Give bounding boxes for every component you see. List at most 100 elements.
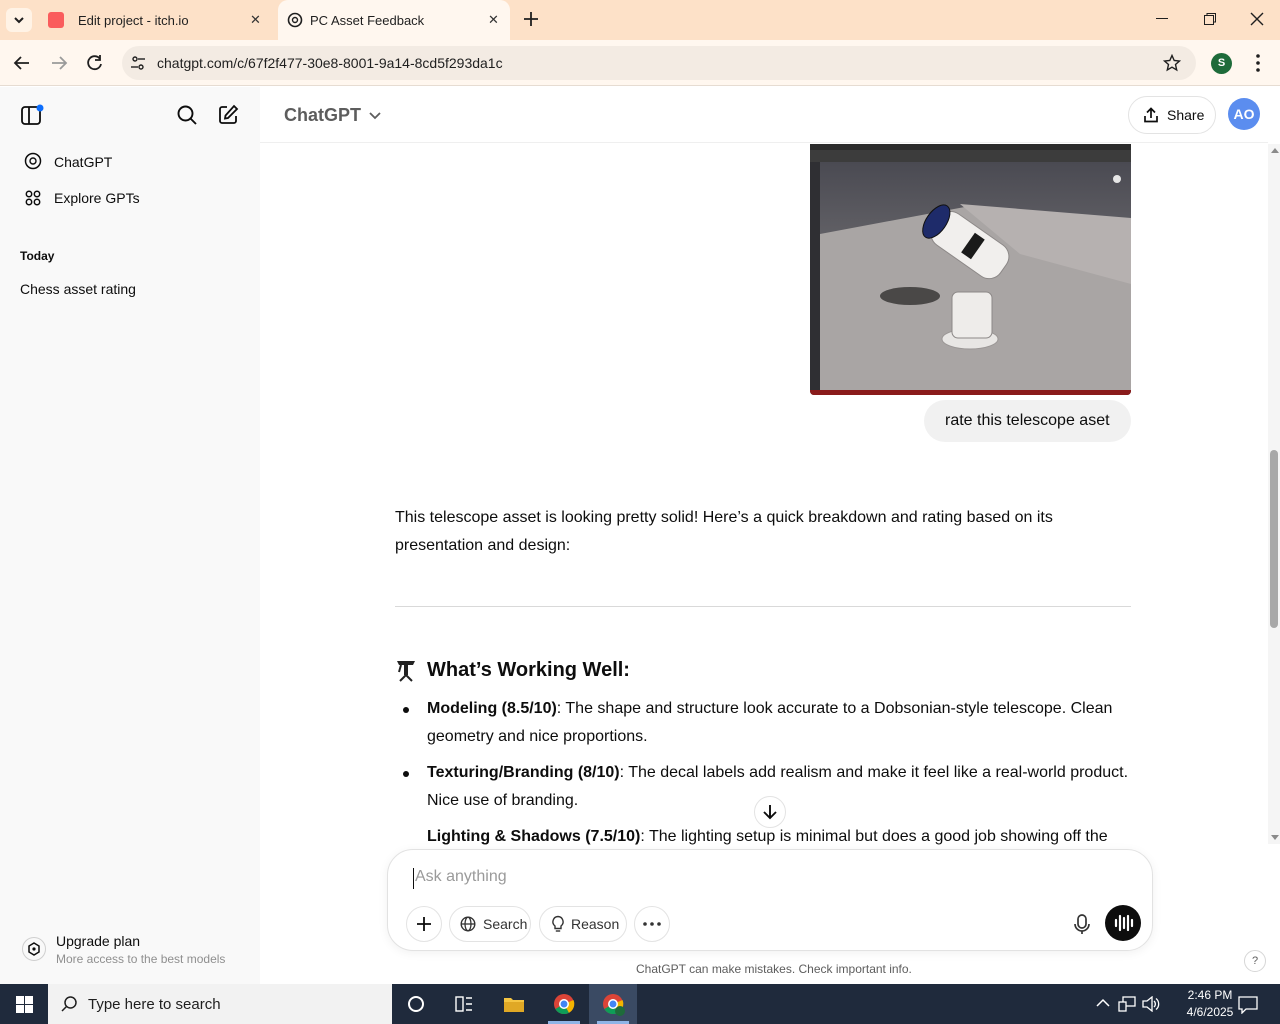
ellipsis-icon — [643, 922, 661, 926]
prompt-input[interactable]: Ask anything — [415, 868, 1015, 890]
sidebar-item-explore-gpts[interactable]: Explore GPTs — [10, 183, 250, 213]
dictate-button[interactable] — [1066, 908, 1098, 940]
history-section-title: Today — [20, 249, 55, 263]
browser-tab-strip: Edit project - itch.io ✕ PC Asset Feedba… — [0, 0, 1280, 40]
chevron-down-icon — [369, 111, 381, 119]
share-label: Share — [1167, 107, 1205, 123]
openai-logo-icon — [24, 152, 42, 170]
tab-list-chevron-down-icon[interactable] — [6, 8, 32, 32]
tab-title: Edit project - itch.io — [78, 13, 189, 28]
microphone-icon — [1074, 914, 1090, 934]
tab-pc-asset-feedback[interactable]: PC Asset Feedback ✕ — [278, 0, 510, 40]
bullet-label: Lighting & Shadows (7.5/10) — [427, 828, 641, 845]
text-cursor — [413, 868, 414, 889]
cortana-circle-icon[interactable] — [408, 996, 424, 1012]
model-selector[interactable]: ChatGPT — [284, 105, 381, 126]
sidebar-item-label: ChatGPT — [54, 154, 113, 170]
address-bar[interactable]: chatgpt.com/c/67f2f477-30e8-8001-9a14-8c… — [122, 46, 1196, 80]
upgrade-sparkle-icon — [22, 937, 46, 961]
itch-io-icon — [48, 12, 64, 28]
new-tab-plus-icon[interactable] — [520, 8, 542, 30]
lightbulb-icon — [552, 915, 564, 932]
search-label: Search — [483, 916, 528, 932]
section-heading-text: What’s Working Well: — [427, 658, 630, 681]
taskbar-search-placeholder: Type here to search — [88, 996, 221, 1013]
bookmark-star-icon[interactable] — [1163, 54, 1181, 72]
task-view-icon[interactable] — [455, 996, 473, 1012]
upgrade-subtitle: More access to the best models — [56, 952, 226, 966]
message-composer: Ask anything Search Reason — [387, 849, 1153, 951]
globe-icon — [460, 916, 476, 932]
section-heading: What’s Working Well: — [395, 658, 630, 682]
search-button[interactable]: Search — [449, 906, 531, 942]
profile-avatar[interactable]: S — [1211, 53, 1232, 74]
user-message-bubble: rate this telescope aset — [924, 400, 1131, 442]
voice-mode-button[interactable] — [1105, 905, 1141, 941]
share-icon — [1144, 107, 1158, 123]
more-tools-button[interactable] — [634, 906, 670, 942]
close-tab-icon[interactable]: ✕ — [488, 12, 499, 28]
disclaimer-text: ChatGPT can make mistakes. Check importa… — [636, 962, 912, 976]
arrow-down-icon — [763, 805, 777, 820]
browser-menu-icon[interactable] — [1256, 54, 1260, 72]
windows-taskbar: Type here to search 2:46 PM 4/6/2025 — [0, 984, 1280, 1024]
reason-label: Reason — [571, 916, 620, 932]
plus-icon — [417, 917, 431, 931]
restore-icon[interactable] — [1204, 13, 1216, 25]
scrollbar-down-arrow-icon[interactable] — [1271, 835, 1279, 840]
taskbar-time[interactable]: 2:46 PM — [1174, 988, 1246, 1002]
share-button[interactable]: Share — [1128, 96, 1216, 134]
chrome-taskbar-icon[interactable] — [540, 984, 588, 1024]
attached-image[interactable] — [810, 144, 1131, 395]
new-chat-icon[interactable] — [217, 104, 239, 126]
bullet-label: Texturing/Branding (8/10) — [427, 764, 620, 781]
divider — [395, 606, 1131, 607]
reason-button[interactable]: Reason — [539, 906, 627, 942]
bullet-label: Modeling (8.5/10) — [427, 700, 557, 717]
telescope-emoji-icon — [397, 661, 415, 682]
tab-title: PC Asset Feedback — [310, 13, 425, 28]
scrollbar-track[interactable] — [1268, 144, 1280, 844]
close-window-icon[interactable] — [1250, 12, 1264, 26]
sidebar: ChatGPT Explore GPTs Today Chess asset r… — [0, 87, 260, 984]
search-icon — [61, 996, 77, 1012]
search-icon[interactable] — [176, 104, 198, 126]
file-explorer-icon[interactable] — [503, 995, 525, 1013]
back-arrow-icon[interactable] — [12, 53, 32, 73]
openai-logo-icon — [287, 12, 303, 28]
avatar[interactable]: AO — [1228, 98, 1260, 130]
chat-header: ChatGPT Share AO — [260, 87, 1268, 143]
user-message-text: rate this telescope aset — [945, 412, 1110, 429]
list-item: Modeling (8.5/10): The shape and structu… — [403, 695, 1137, 751]
model-label: ChatGPT — [284, 105, 362, 125]
reload-icon[interactable] — [85, 53, 105, 73]
volume-icon[interactable] — [1142, 996, 1160, 1012]
scroll-to-bottom-button[interactable] — [754, 796, 786, 828]
forward-arrow-icon[interactable] — [49, 53, 69, 73]
grid-icon — [25, 190, 41, 206]
minimize-icon[interactable] — [1156, 18, 1168, 19]
sidebar-item-label: Explore GPTs — [54, 190, 140, 206]
bullet-text: : The lighting setup is minimal but does… — [640, 828, 1108, 845]
scrollbar-up-arrow-icon[interactable] — [1271, 148, 1279, 153]
help-button[interactable]: ? — [1244, 950, 1266, 972]
attach-button[interactable] — [406, 906, 442, 942]
voice-waveform-icon — [1114, 914, 1134, 932]
chrome-profile-taskbar-icon[interactable] — [589, 984, 637, 1024]
tab-edit-project[interactable]: Edit project - itch.io ✕ — [36, 0, 274, 40]
tray-chevron-up-icon[interactable] — [1096, 998, 1110, 1008]
windows-start-icon[interactable] — [16, 996, 33, 1013]
close-tab-icon[interactable]: ✕ — [250, 12, 261, 28]
network-icon[interactable] — [1118, 996, 1136, 1012]
history-item[interactable]: Chess asset rating — [20, 281, 136, 297]
url-text[interactable]: chatgpt.com/c/67f2f477-30e8-8001-9a14-8c… — [157, 55, 503, 71]
upgrade-title: Upgrade plan — [56, 933, 141, 949]
notifications-icon[interactable] — [1238, 996, 1258, 1014]
scrollbar-thumb[interactable] — [1270, 450, 1278, 628]
site-info-icon[interactable] — [130, 55, 146, 71]
sidebar-toggle-icon[interactable] — [20, 104, 44, 126]
taskbar-search-box[interactable]: Type here to search — [48, 984, 392, 1024]
sidebar-item-chatgpt[interactable]: ChatGPT — [10, 147, 250, 177]
assistant-message-intro: This telescope asset is looking pretty s… — [395, 509, 1053, 554]
upgrade-plan-button[interactable]: Upgrade plan More access to the best mod… — [10, 927, 250, 973]
